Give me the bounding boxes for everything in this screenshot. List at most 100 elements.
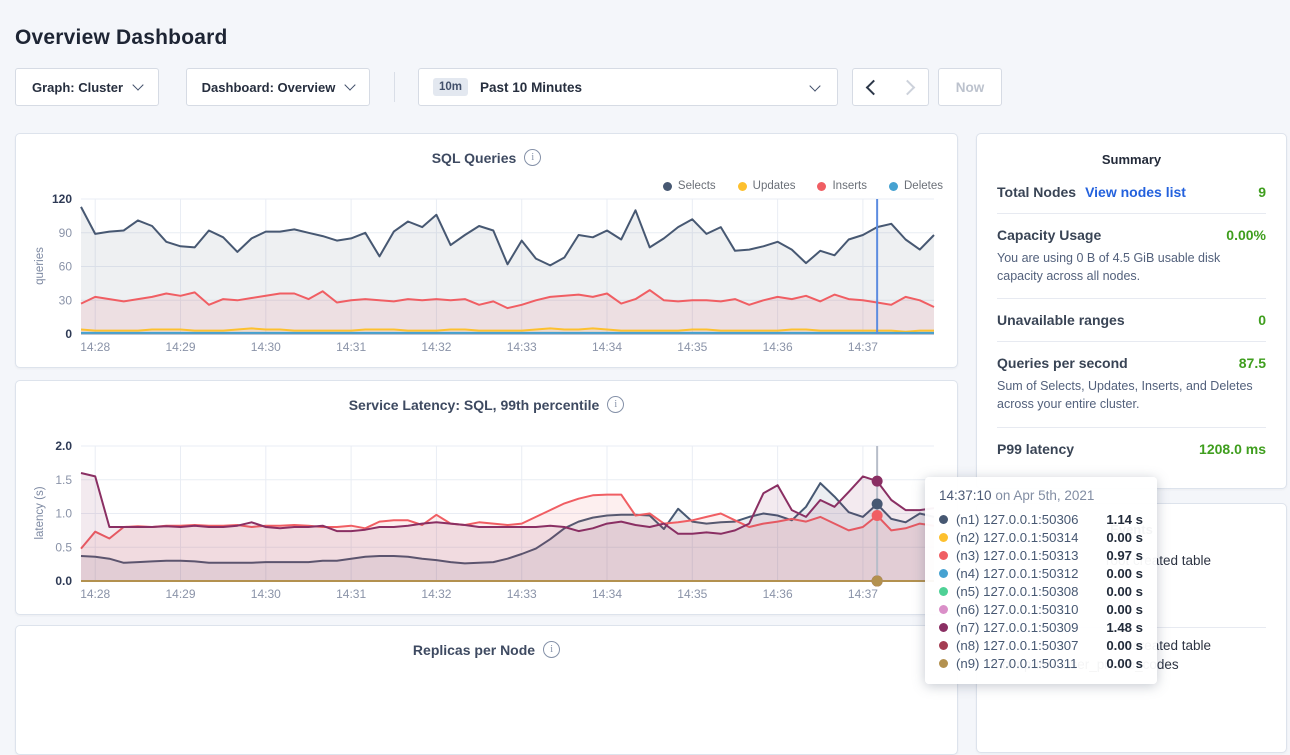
tooltip-node-value: 0.00 s [1098,602,1143,617]
x-tick-label: 14:32 [421,340,451,354]
tooltip-node-label: (n3) 127.0.0.1:50313 [956,548,1078,563]
page-title: Overview Dashboard [15,26,228,50]
tooltip-node-label: (n8) 127.0.0.1:50307 [956,638,1078,653]
tooltip-node-label: (n4) 127.0.0.1:50312 [956,566,1078,581]
summary-item-description: Sum of Selects, Updates, Inserts, and De… [997,377,1266,413]
tooltip-node-value: 0.00 s [1098,656,1143,671]
tooltip-node-label: (n2) 127.0.0.1:50314 [956,530,1078,545]
y-tick-label: 120 [52,192,72,206]
service-latency-plot[interactable]: 0.00.51.01.52.014:2814:2914:3014:3114:32… [16,381,959,616]
chevron-left-icon [866,79,882,95]
tooltip-row: (n4) 127.0.0.1:503120.00 s [939,564,1143,582]
tooltip-series-dot [939,641,948,650]
x-tick-label: 14:34 [592,587,622,601]
tooltip-node-label: (n7) 127.0.0.1:50309 [956,620,1078,635]
x-tick-label: 14:29 [166,587,196,601]
toolbar-divider [394,72,395,102]
now-button[interactable]: Now [938,68,1002,106]
summary-item-label: Queries per second [997,355,1128,371]
y-tick-label: 2.0 [55,439,72,453]
view-nodes-list-link[interactable]: View nodes list [1085,184,1186,200]
summary-item-value: 0 [1258,312,1266,328]
x-tick-label: 14:35 [677,587,707,601]
tooltip-row: (n3) 127.0.0.1:50313 0.97 s [939,546,1143,564]
x-tick-label: 14:32 [421,587,451,601]
summary-item: Unavailable ranges 0 [997,299,1266,342]
x-tick-label: 14:30 [251,340,281,354]
replicas-per-node-chart-card: Replicas per Node [15,625,958,755]
hover-dot [872,576,883,587]
x-tick-label: 14:36 [763,340,793,354]
y-tick-label: 0 [65,327,72,341]
tooltip-node-value: 0.97 s [1098,548,1143,563]
service-latency-chart-card: Service Latency: SQL, 99th percentile la… [15,380,958,615]
y-tick-label: 1.0 [55,507,72,521]
x-tick-label: 14:33 [507,587,537,601]
x-tick-label: 14:35 [677,340,707,354]
sql-queries-chart-card: SQL Queries SelectsUpdatesInsertsDeletes… [15,133,958,368]
graph-dropdown[interactable]: Graph: Cluster [15,68,159,106]
summary-item-label: Capacity Usage [997,227,1101,243]
tooltip-row: (n5) 127.0.0.1:503080.00 s [939,582,1143,600]
chart-title: Replicas per Node [413,642,535,658]
summary-item-label: Unavailable ranges [997,312,1125,328]
time-range-badge: 10m [433,78,468,96]
x-tick-label: 14:28 [80,340,110,354]
time-prev-button[interactable] [852,68,891,106]
tooltip-series-dot [939,533,948,542]
y-tick-label: 60 [59,260,73,274]
summary-item-description: You are using 0 B of 4.5 GiB usable disk… [997,249,1266,285]
time-next-button[interactable] [890,68,929,106]
tooltip-row: (n6) 127.0.0.1:50310 0.00 s [939,600,1143,618]
y-tick-label: 0.0 [55,574,72,588]
x-tick-label: 14:37 [848,587,878,601]
tooltip-node-label: (n1) 127.0.0.1:50306 [956,512,1078,527]
dashboard-dropdown[interactable]: Dashboard: Overview [186,68,370,106]
summary-item-value: 1208.0 ms [1199,441,1266,457]
x-tick-label: 14:33 [507,340,537,354]
tooltip-series-dot [939,569,948,578]
tooltip-node-value: 1.14 s [1098,512,1143,527]
hover-dot [872,499,883,510]
hover-dot [872,510,883,521]
tooltip-node-label: (n6) 127.0.0.1:50310 [956,602,1078,617]
tooltip-series-dot [939,587,948,596]
x-tick-label: 14:31 [336,587,366,601]
dashboard-dropdown-label: Dashboard: Overview [202,80,336,95]
hover-dot [872,476,883,487]
sql-queries-plot[interactable]: 030609012014:2814:2914:3014:3114:3214:33… [16,134,959,369]
tooltip-rows: (n1) 127.0.0.1:503061.14 s(n2) 127.0.0.1… [939,510,1143,672]
summary-panel: Summary Total NodesView nodes list9Capac… [976,133,1287,489]
tooltip-node-value: 0.00 s [1098,584,1143,599]
chevron-down-icon [345,79,356,90]
tooltip-node-value: 1.48 s [1098,620,1143,635]
time-range-dropdown[interactable]: 10m Past 10 Minutes [418,68,838,106]
tooltip-row: (n9) 127.0.0.1:50311 0.00 s [939,654,1143,672]
tooltip-row: (n7) 127.0.0.1:50309 1.48 s [939,618,1143,636]
chevron-down-icon [809,80,820,91]
y-tick-label: 90 [59,226,73,240]
y-tick-label: 30 [59,293,73,307]
tooltip-series-dot [939,605,948,614]
x-tick-label: 14:28 [80,587,110,601]
tooltip-node-label: (n9) 127.0.0.1:50311 [956,656,1077,671]
tooltip-series-dot [939,515,948,524]
tooltip-row: (n1) 127.0.0.1:50306 1.14 s [939,510,1143,528]
summary-item: P99 latency 1208.0 ms [997,428,1266,470]
summary-item-label: P99 latency [997,441,1074,457]
tooltip-row: (n8) 127.0.0.1:503070.00 s [939,636,1143,654]
tooltip-row: (n2) 127.0.0.1:50314 0.00 s [939,528,1143,546]
summary-item: Queries per second87.5Sum of Selects, Up… [997,342,1266,427]
tooltip-series-dot [939,551,948,560]
x-tick-label: 14:36 [763,587,793,601]
summary-item-value: 0.00% [1226,227,1266,243]
x-tick-label: 14:37 [848,340,878,354]
chart-title-row: Replicas per Node [16,641,957,658]
y-tick-label: 0.5 [55,540,72,554]
summary-item-value: 9 [1258,184,1266,200]
summary-items: Total NodesView nodes list9Capacity Usag… [977,167,1286,470]
info-icon[interactable] [543,641,560,658]
tooltip-series-dot [939,659,948,668]
tooltip-timestamp: 14:37:10 on Apr 5th, 2021 [939,488,1143,503]
tooltip-node-value: 0.00 s [1098,530,1143,545]
